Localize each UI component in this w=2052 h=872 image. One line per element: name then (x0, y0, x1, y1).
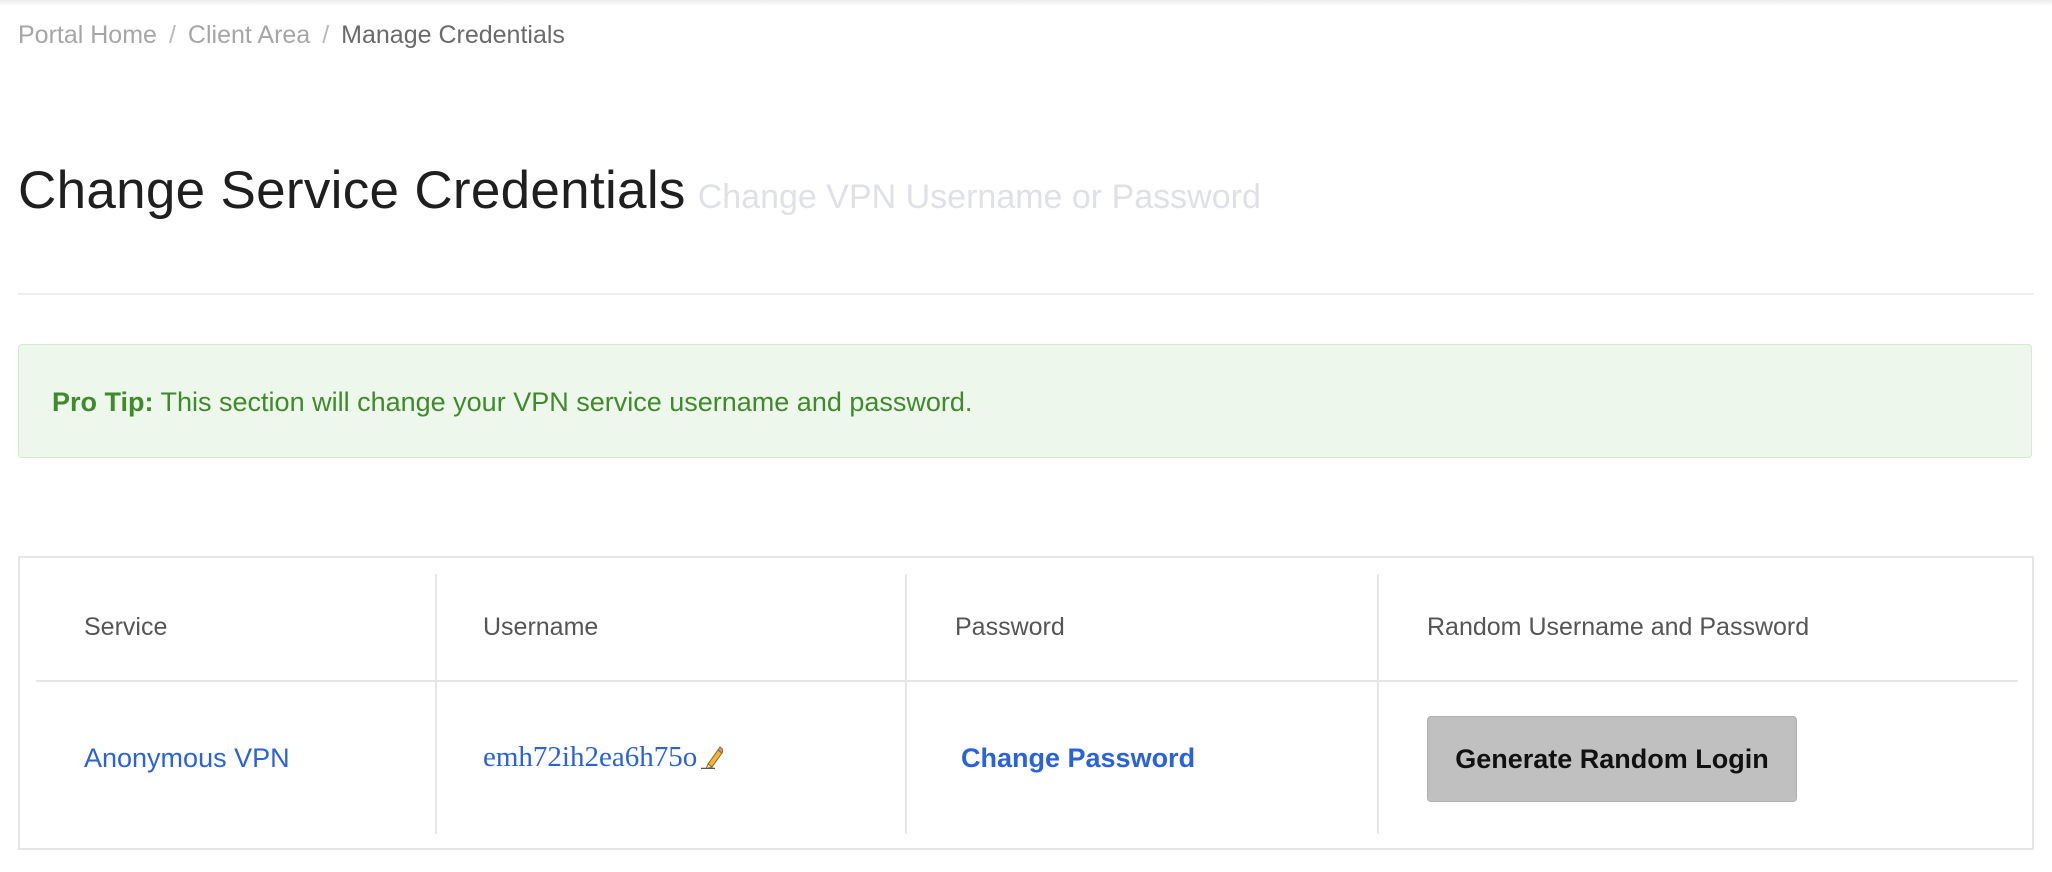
change-password-link[interactable]: Change Password (961, 743, 1195, 773)
generate-random-login-button[interactable]: Generate Random Login (1427, 716, 1797, 802)
breadcrumb-separator: / (168, 21, 176, 49)
service-link[interactable]: Anonymous VPN (84, 743, 290, 773)
header-random-login: Random Username and Password (1377, 574, 2018, 682)
username-link[interactable]: emh72ih2ea6h75o (483, 741, 697, 773)
service-cell: Anonymous VPN (36, 681, 436, 834)
page-title: Change Service Credentials (18, 161, 686, 220)
header-username: Username (435, 574, 906, 682)
table-row: Anonymous VPN emh72ih2ea6h75o Change Pas… (36, 681, 2018, 834)
credentials-table: Service Username Password Random Usernam… (36, 574, 2018, 834)
pencil-icon[interactable] (701, 745, 724, 776)
credentials-panel: Service Username Password Random Usernam… (18, 556, 2034, 850)
title-divider (18, 293, 2034, 295)
username-cell: emh72ih2ea6h75o (435, 681, 906, 834)
breadcrumb-portal-home[interactable]: Portal Home (18, 21, 157, 49)
breadcrumb-client-area[interactable]: Client Area (188, 21, 310, 49)
pro-tip-text: This section will change your VPN servic… (160, 387, 973, 417)
page-header: Change Service Credentials Change VPN Use… (18, 158, 1261, 230)
pro-tip-alert: Pro Tip: This section will change your V… (18, 344, 2032, 458)
header-service: Service (36, 574, 436, 682)
breadcrumb-separator: / (322, 21, 330, 49)
table-header-row: Service Username Password Random Usernam… (36, 574, 2018, 682)
password-cell: Change Password (905, 681, 1378, 834)
page-subtitle: Change VPN Username or Password (697, 178, 1261, 216)
breadcrumb: Portal Home / Client Area / Manage Credentia… (18, 20, 565, 50)
header-password: Password (905, 574, 1378, 682)
random-login-cell: Generate Random Login (1377, 681, 2018, 834)
top-shadow (0, 0, 2052, 6)
pro-tip-label: Pro Tip: (52, 387, 154, 417)
breadcrumb-current: Manage Credentials (341, 21, 565, 49)
